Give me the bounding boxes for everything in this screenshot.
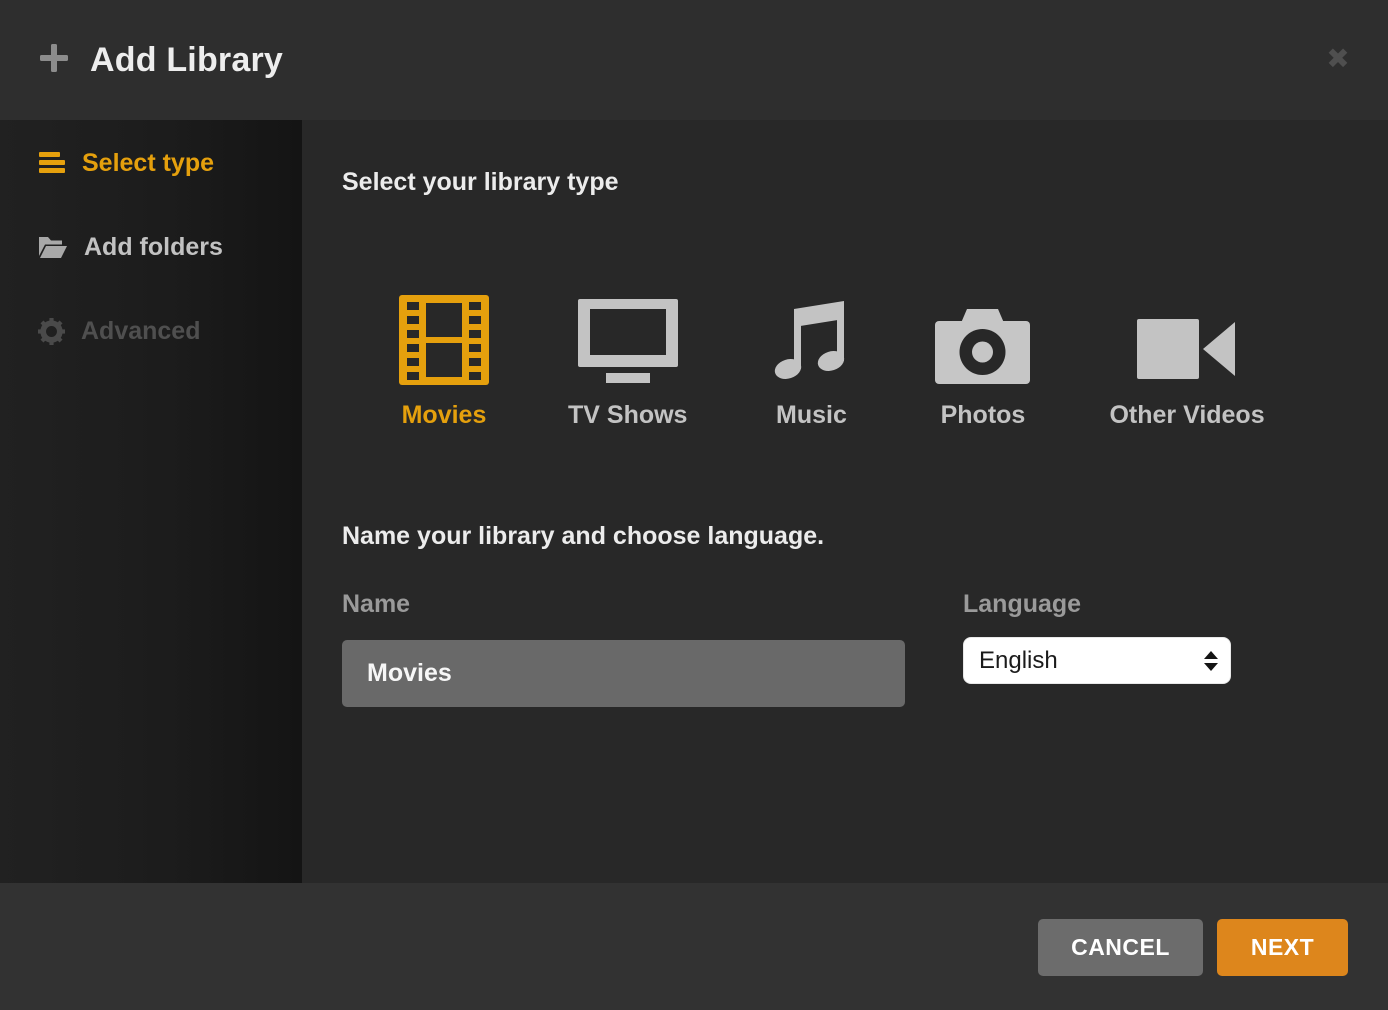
wizard-steps-sidebar: Select type Add folders — [0, 120, 302, 883]
language-select-wrap: English — [963, 637, 1231, 684]
camera-icon — [935, 309, 1030, 385]
dialog-content: Select your library type — [302, 120, 1388, 883]
library-type-label: Photos — [941, 401, 1026, 430]
tv-icon — [578, 299, 678, 385]
close-icon[interactable]: ✖ — [1316, 36, 1360, 80]
video-camera-icon — [1137, 313, 1237, 385]
sidebar-item-advanced: Advanced — [0, 308, 302, 354]
film-strip-icon — [399, 295, 489, 385]
dialog-footer: CANCEL NEXT — [0, 883, 1388, 1010]
language-select[interactable]: English — [963, 637, 1231, 684]
library-type-label: Other Videos — [1109, 401, 1264, 430]
library-type-music[interactable]: Music — [766, 293, 856, 430]
sidebar-item-add-folders[interactable]: Add folders — [0, 224, 302, 270]
sidebar-item-label: Select type — [82, 149, 214, 178]
plus-icon — [38, 42, 70, 74]
library-type-tv-shows[interactable]: TV Shows — [568, 293, 687, 430]
library-type-row: Movies TV Shows — [399, 293, 1265, 430]
sidebar-item-label: Advanced — [81, 317, 200, 346]
dialog-title: Add Library — [90, 0, 283, 120]
library-name-input[interactable] — [342, 640, 905, 707]
music-note-icon — [766, 295, 856, 385]
sidebar-item-select-type[interactable]: Select type — [0, 140, 302, 186]
name-field-label: Name — [342, 590, 410, 619]
cancel-button[interactable]: CANCEL — [1038, 919, 1203, 976]
library-type-heading: Select your library type — [342, 168, 619, 197]
library-type-label: Movies — [402, 401, 487, 430]
dialog-header: Add Library ✖ — [0, 0, 1388, 120]
library-type-label: Music — [776, 401, 847, 430]
add-library-dialog: Add Library ✖ Select type Add folders — [0, 0, 1388, 1010]
sidebar-item-label: Add folders — [84, 233, 223, 262]
language-field-label: Language — [963, 590, 1081, 619]
library-type-movies[interactable]: Movies — [399, 293, 489, 430]
gear-icon — [38, 318, 65, 345]
name-language-heading: Name your library and choose language. — [342, 522, 824, 551]
list-icon — [38, 151, 66, 175]
folder-open-icon — [38, 235, 68, 260]
library-type-label: TV Shows — [568, 401, 687, 430]
library-type-other-videos[interactable]: Other Videos — [1109, 293, 1264, 430]
library-type-photos[interactable]: Photos — [935, 293, 1030, 430]
next-button[interactable]: NEXT — [1217, 919, 1348, 976]
